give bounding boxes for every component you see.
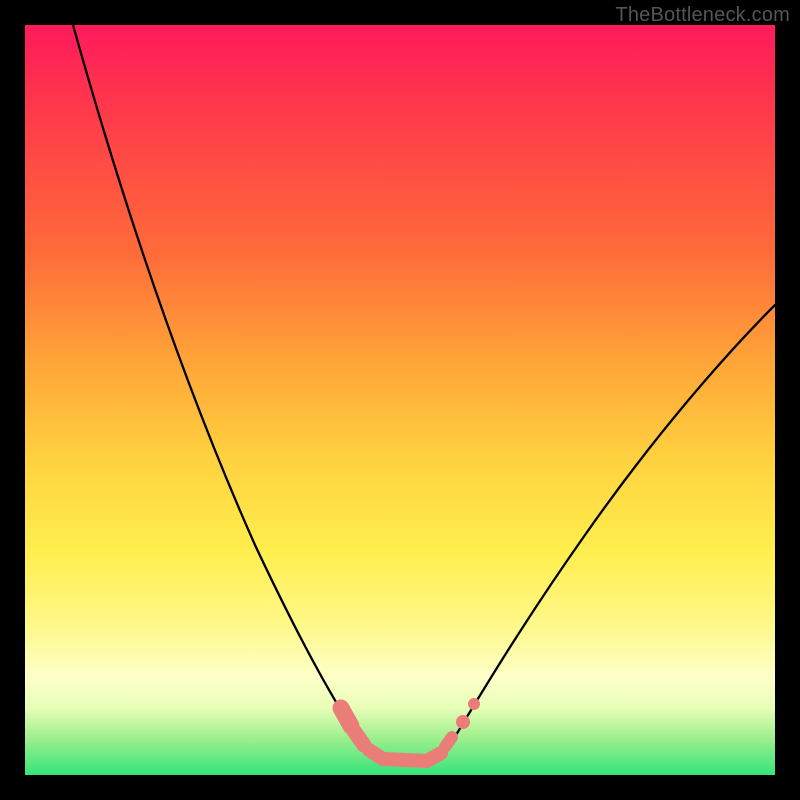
chart-frame: TheBottleneck.com (0, 0, 800, 800)
highlight-seg (354, 731, 364, 745)
highlight-dot (468, 698, 480, 710)
highlight-seg (427, 753, 441, 761)
highlight-seg (445, 737, 452, 747)
highlight-seg (341, 708, 351, 726)
curve-layer (25, 25, 775, 775)
curve-left (73, 25, 347, 720)
plot-area (25, 25, 775, 775)
highlight-dot (456, 715, 470, 729)
curve-right (453, 305, 775, 740)
watermark-text: TheBottleneck.com (615, 4, 790, 27)
